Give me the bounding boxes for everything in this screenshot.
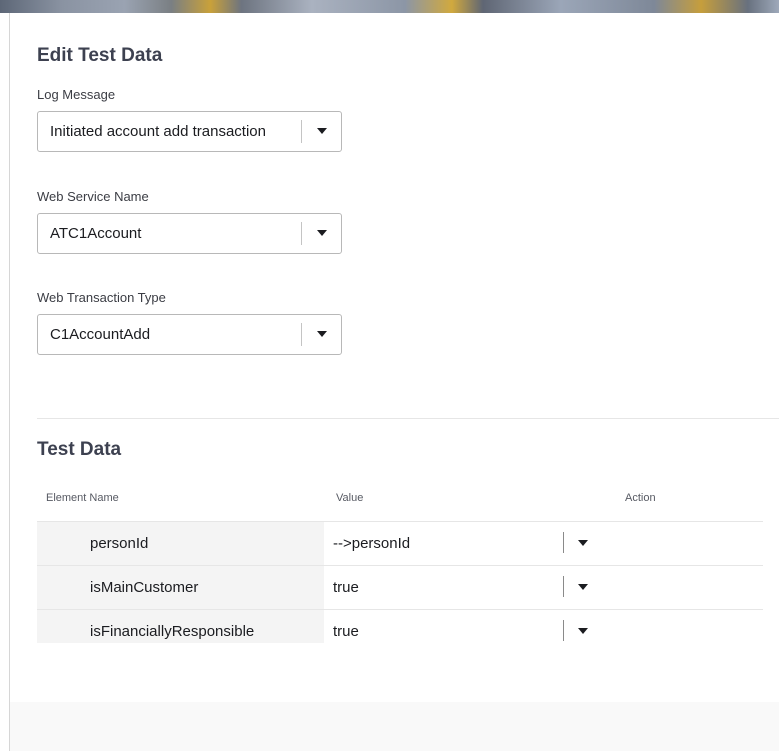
- element-name: isMainCustomer: [90, 579, 199, 596]
- column-header-value: Value: [336, 492, 364, 504]
- test-data-table: personId -->personId isMainCustomer true…: [37, 521, 763, 643]
- log-message-value: Initiated account add transaction: [50, 123, 266, 140]
- element-name-cell: isMainCustomer: [37, 566, 324, 609]
- select-divider: [301, 120, 302, 143]
- web-service-name-select[interactable]: ATC1Account: [37, 213, 342, 254]
- element-name: personId: [90, 535, 149, 552]
- element-name-cell: isFinanciallyResponsible: [37, 610, 324, 643]
- table-row: isMainCustomer true: [37, 565, 763, 609]
- web-transaction-type-label: Web Transaction Type: [37, 290, 166, 305]
- caret-down-icon[interactable]: [578, 628, 588, 634]
- select-divider: [301, 222, 302, 245]
- log-message-label: Log Message: [37, 87, 116, 102]
- element-name: isFinanciallyResponsible: [90, 623, 255, 640]
- select-divider: [563, 532, 564, 553]
- select-divider: [301, 323, 302, 346]
- value-select[interactable]: [324, 610, 604, 643]
- column-header-action: Action: [625, 492, 656, 504]
- caret-down-icon[interactable]: [317, 230, 327, 236]
- select-divider: [563, 576, 564, 597]
- table-row: personId -->personId: [37, 521, 763, 565]
- caret-down-icon[interactable]: [578, 584, 588, 590]
- caret-down-icon[interactable]: [317, 128, 327, 134]
- footer-area: [10, 702, 779, 751]
- select-divider: [563, 620, 564, 641]
- log-message-select[interactable]: Initiated account add transaction: [37, 111, 342, 152]
- element-name-cell: personId: [37, 522, 324, 565]
- header-banner-image: [0, 0, 779, 13]
- web-transaction-type-value: C1AccountAdd: [50, 326, 151, 343]
- left-border: [9, 13, 10, 751]
- test-data-title: Test Data: [37, 439, 122, 460]
- value-select[interactable]: [324, 522, 604, 565]
- caret-down-icon[interactable]: [578, 540, 588, 546]
- web-service-name-label: Web Service Name: [37, 189, 149, 204]
- caret-down-icon[interactable]: [317, 331, 327, 337]
- column-header-element-name: Element Name: [46, 492, 119, 504]
- value-select[interactable]: [324, 566, 604, 609]
- section-divider: [37, 418, 779, 419]
- edit-test-data-title: Edit Test Data: [37, 45, 163, 66]
- table-row: isFinanciallyResponsible true: [37, 609, 763, 643]
- web-service-name-value: ATC1Account: [50, 225, 142, 242]
- web-transaction-type-select[interactable]: C1AccountAdd: [37, 314, 342, 355]
